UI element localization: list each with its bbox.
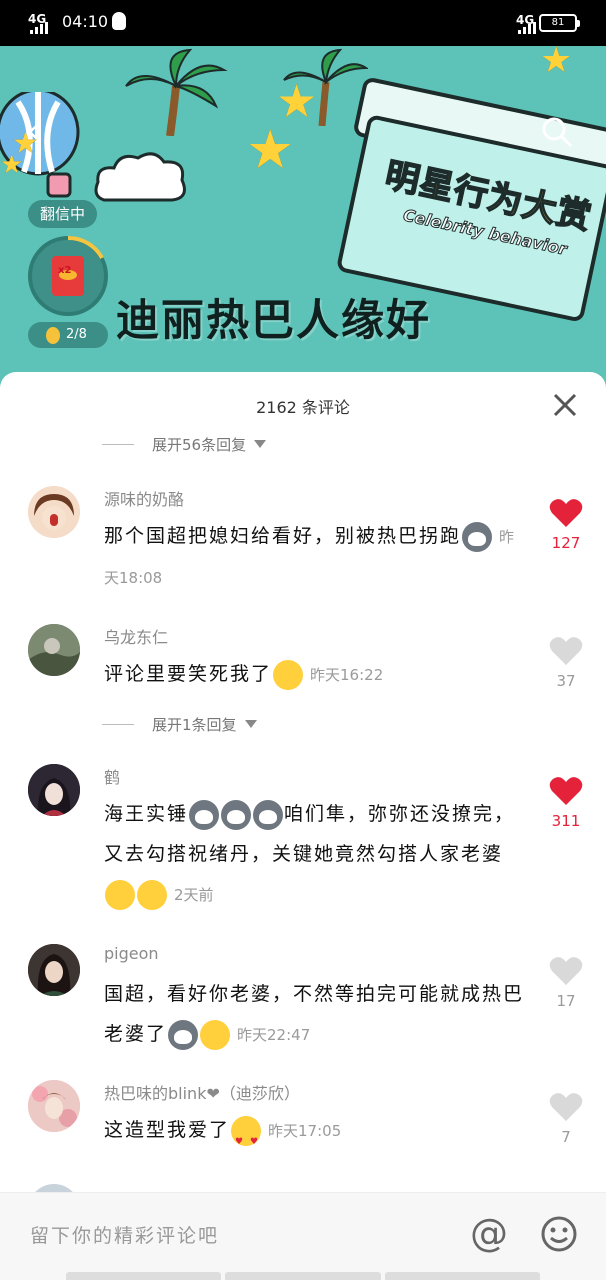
expand-replies-button[interactable]: 展开1条回复 [102,712,257,736]
at-mention-icon[interactable]: @ [470,1211,508,1255]
coin-progress: 2/8 [28,322,108,348]
like-button[interactable]: 311 [546,776,586,830]
comment-count: 2162 条评论 [256,398,350,417]
like-count: 37 [556,672,576,690]
username[interactable]: pigeon [104,944,159,963]
timestamp: 昨天17:05 [268,1122,342,1140]
comment-text: 海王实锤 咱们隼，弥弥还没撩完，又去勾搭祝绪丹，关键她竟然勾搭人家老婆2天前 [104,794,524,915]
emoji-icon[interactable] [540,1215,578,1253]
husky-emoji-icon [462,521,493,552]
avatar[interactable] [28,944,80,996]
comment-body: 海王实锤 [104,803,189,825]
comment-body: 国超，看好你老婆，不然等拍完可能就成热巴老婆了 [104,983,525,1045]
like-count: 17 [556,992,576,1010]
pleading-emoji-icon [105,879,135,910]
timestamp: 2天前 [174,886,214,904]
comment-input-bar: 留下你的精彩评论吧 @ [0,1192,606,1280]
avatar[interactable] [28,624,80,676]
timestamp: 昨天22:47 [237,1026,311,1044]
laughing-emoji-icon [273,659,304,690]
like-count: 7 [561,1128,571,1146]
chevron-down-icon [254,440,267,448]
battery-icon: 81 [539,14,580,32]
heart-icon [549,499,583,527]
husky-emoji-icon [253,799,284,830]
avatar[interactable] [28,486,80,538]
username[interactable]: 鹤 [104,764,120,788]
coin-progress-text: 2/8 [66,327,87,342]
heart-icon [549,637,583,665]
heart-icon [549,777,583,805]
like-count: 127 [551,534,581,552]
comment-text: 这造型我爱了 昨天17:05 [104,1110,524,1162]
coin-icon [46,327,60,344]
like-button[interactable]: 37 [546,636,586,690]
star-icon: ★ [0,150,24,180]
comments-sheet: 2162 条评论 展开56条回复 源味的奶酪 那个国超把媳妇给看好，别被热巴拐跑… [0,372,606,1280]
comment-text: 国超，看好你老婆，不然等拍完可能就成热巴老婆了 昨天22:47 [104,974,524,1055]
timestamp: 昨天16:22 [310,666,384,684]
heart-icon [549,957,583,985]
comment-body: 这造型我爱了 [104,1119,231,1141]
topic-banner: ‹ ★ ★ ★ ★ ★ 明星行为大赏 Celebrity behavior 翻信… [0,46,606,386]
star-icon: ★ [246,118,295,181]
username[interactable]: 热巴味的blink❤（迪莎欣） [104,1080,300,1104]
star-icon: ★ [540,46,573,81]
like-count: 311 [551,812,581,830]
task-badge: 翻信中 [28,200,98,228]
comment-text: 评论里要笑死我了 昨天16:22 [104,654,524,695]
husky-emoji-icon [168,1019,199,1050]
comment-text: 那个国超把媳妇给看好，别被热巴拐跑 昨天18:08 [104,516,524,598]
expand-replies-label: 展开1条回复 [152,715,237,734]
crying-emoji-icon [200,1019,231,1050]
username[interactable]: 乌龙东仁 [104,624,168,648]
close-icon[interactable] [552,392,578,418]
clock: 04:10 [62,12,109,31]
heart-icon [549,1093,583,1121]
signal-icon-right [518,22,536,34]
red-packet-icon: x2 [52,256,84,296]
husky-emoji-icon [221,799,252,830]
status-bar: 4G 04:10 4G 81 [0,0,606,46]
expand-replies-button[interactable]: 展开56条回复 [102,432,267,456]
chevron-down-icon [244,720,257,728]
cloud-icon [94,152,186,202]
like-button[interactable]: 17 [546,956,586,1010]
comment-input[interactable]: 留下你的精彩评论吧 [30,1221,219,1248]
like-button[interactable]: 7 [546,1092,586,1146]
expand-replies-label: 展开56条回复 [152,435,247,454]
keyboard-edge [66,1272,540,1280]
signal-icon [30,22,48,34]
husky-emoji-icon [189,799,220,830]
page-title: 迪丽热巴人缘好 [116,296,431,346]
red-packet-task[interactable]: x2 [28,236,108,316]
qq-icon [112,12,126,30]
pleading-emoji-icon [137,879,167,910]
heart-eyes-emoji-icon [231,1115,262,1162]
palm-tree-icon [125,48,228,136]
search-icon[interactable] [541,116,573,148]
comment-body: 评论里要笑死我了 [104,663,273,685]
avatar[interactable] [28,1080,80,1132]
like-button[interactable]: 127 [546,498,586,552]
username[interactable]: 源味的奶酪 [104,486,184,510]
avatar[interactable] [28,764,80,816]
comment-body: 那个国超把媳妇给看好，别被热巴拐跑 [104,525,462,547]
